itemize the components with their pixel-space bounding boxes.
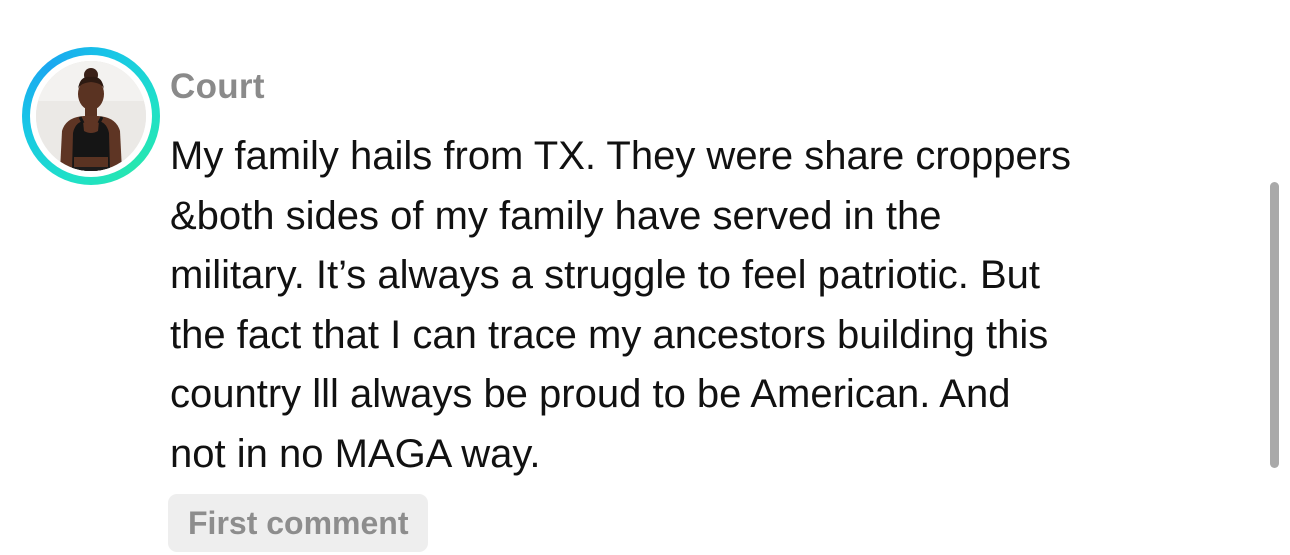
vertical-scrollbar[interactable] [1270, 182, 1279, 468]
comment-text-line: military. It’s always a struggle to feel… [170, 253, 1040, 297]
comment-body: My family hails from TX. They were share… [170, 127, 1250, 484]
avatar-photo [36, 61, 146, 171]
comment-text-line: not in no MAGA way. [170, 431, 541, 476]
comment-author-name[interactable]: Court [170, 66, 265, 108]
comment-text-line: the fact that I can trace my ancestors b… [170, 312, 1049, 357]
profile-photo-icon [36, 61, 146, 171]
first-comment-badge: First comment [168, 494, 429, 552]
comment-text-line: country lll always be proud to be Americ… [170, 372, 1011, 416]
comment-text-line: My family hails from TX. They were share… [170, 134, 1072, 178]
comment-text-line: &both sides of my family have served in … [170, 193, 942, 238]
comment-item: Court My family hails from TX. They were… [0, 0, 1290, 555]
avatar[interactable] [22, 47, 160, 185]
